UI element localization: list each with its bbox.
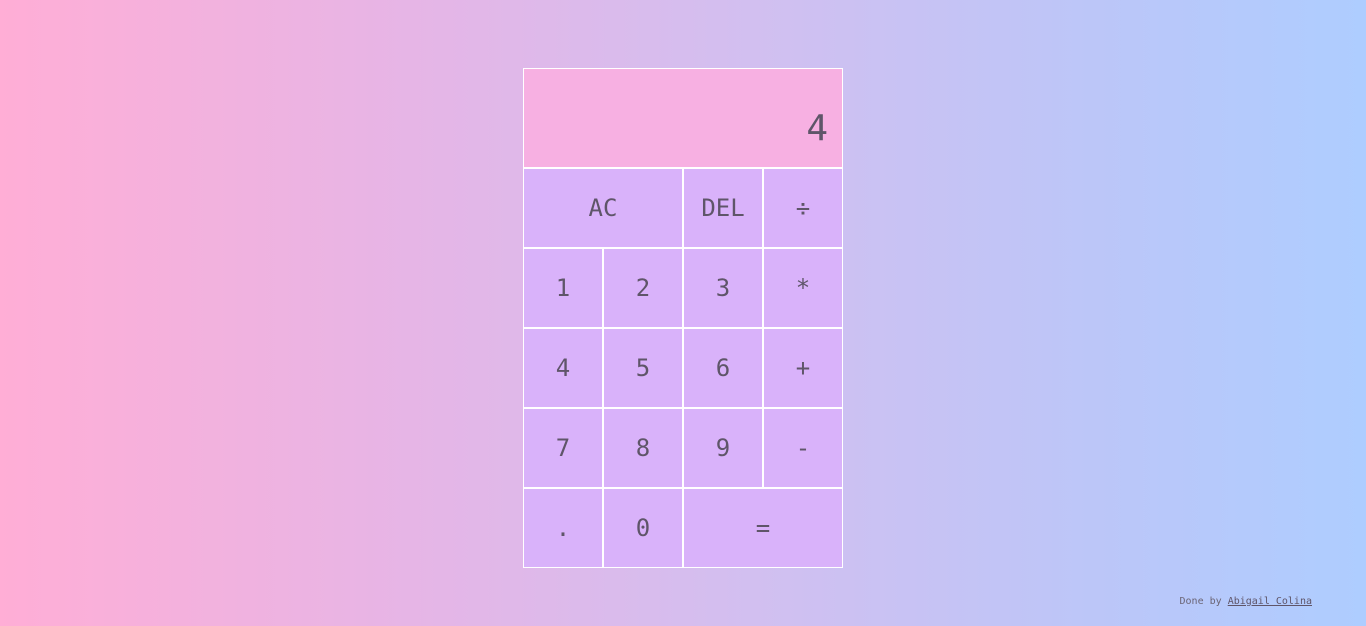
calculator: 4 AC DEL ÷ 1 2 3 * 4 5 6 + 7 8 9 - . 0 = bbox=[523, 68, 843, 568]
digit-7-button[interactable]: 7 bbox=[523, 408, 603, 488]
minus-button[interactable]: - bbox=[763, 408, 843, 488]
digit-5-button[interactable]: 5 bbox=[603, 328, 683, 408]
digit-6-button[interactable]: 6 bbox=[683, 328, 763, 408]
digit-4-button[interactable]: 4 bbox=[523, 328, 603, 408]
display-value: 4 bbox=[806, 107, 828, 149]
digit-1-button[interactable]: 1 bbox=[523, 248, 603, 328]
digit-8-button[interactable]: 8 bbox=[603, 408, 683, 488]
decimal-point-button[interactable]: . bbox=[523, 488, 603, 568]
divide-button[interactable]: ÷ bbox=[763, 168, 843, 248]
digit-0-button[interactable]: 0 bbox=[603, 488, 683, 568]
calculator-display: 4 bbox=[523, 68, 843, 168]
author-link[interactable]: Abigail Colina bbox=[1228, 596, 1312, 607]
credit-prefix: Done by bbox=[1179, 596, 1222, 607]
plus-button[interactable]: + bbox=[763, 328, 843, 408]
digit-2-button[interactable]: 2 bbox=[603, 248, 683, 328]
footer-credit: Done by Abigail Colina bbox=[1180, 596, 1312, 607]
all-clear-button[interactable]: AC bbox=[523, 168, 683, 248]
delete-button[interactable]: DEL bbox=[683, 168, 763, 248]
digit-9-button[interactable]: 9 bbox=[683, 408, 763, 488]
equals-button[interactable]: = bbox=[683, 488, 843, 568]
digit-3-button[interactable]: 3 bbox=[683, 248, 763, 328]
multiply-button[interactable]: * bbox=[763, 248, 843, 328]
